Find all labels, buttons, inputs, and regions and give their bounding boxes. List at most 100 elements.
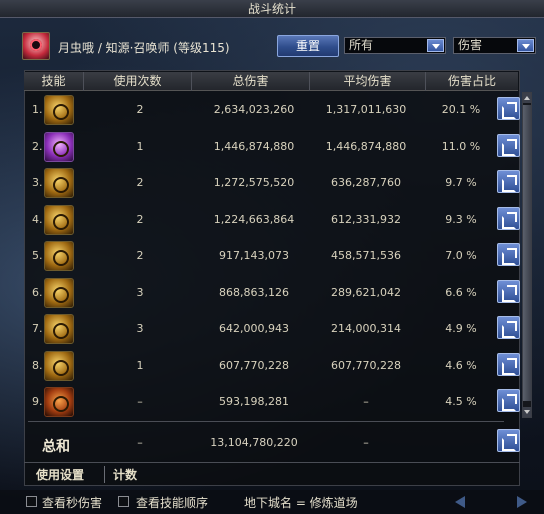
share-icon[interactable] xyxy=(497,316,520,339)
row-index: 8. xyxy=(32,358,43,372)
row-uses: 3 xyxy=(136,285,144,299)
row-index: 3. xyxy=(32,176,43,189)
chevron-down-icon xyxy=(517,39,534,52)
bottom-tabs: 使用设置 计数 xyxy=(24,462,520,484)
skill-icon xyxy=(44,95,74,125)
row-index: 4. xyxy=(32,212,43,226)
table-row: 8. 1 607,770,228 607,770,228 4.6 % xyxy=(24,348,520,384)
next-arrow-icon[interactable] xyxy=(517,496,527,508)
per-second-label: 查看秒伤害 xyxy=(42,496,103,510)
col-avg: 平均伤害 xyxy=(310,72,426,91)
row-index: 9. xyxy=(32,395,43,408)
window-title: 战斗统计 xyxy=(0,0,544,18)
dungeon-name: 地下城名 = 修炼道场 xyxy=(244,496,358,510)
col-skill: 技能 xyxy=(24,72,84,91)
scroll-thumb[interactable] xyxy=(523,105,531,401)
skill-order-checkbox[interactable] xyxy=(118,496,129,507)
row-total-damage: 868,863,126 xyxy=(219,285,289,299)
total-row: 总和 – 13,104,780,220 – xyxy=(24,428,520,458)
row-uses: 2 xyxy=(136,103,144,116)
divider xyxy=(28,421,504,422)
reset-button[interactable]: 重置 xyxy=(277,35,339,57)
row-damage-share: 4.9 % xyxy=(445,322,477,335)
row-avg-damage: 1,446,874,880 xyxy=(325,139,407,153)
table-row: 4. 2 1,224,663,864 612,331,932 9.3 % xyxy=(24,202,520,238)
row-damage-share: 4.5 % xyxy=(445,395,477,408)
row-avg-damage: 607,770,228 xyxy=(331,358,401,372)
filter-select[interactable]: 所有 xyxy=(344,37,446,54)
share-icon[interactable] xyxy=(497,170,520,193)
row-damage-share: 20.1 % xyxy=(441,103,481,116)
share-icon[interactable] xyxy=(497,133,520,157)
share-icon[interactable] xyxy=(497,429,520,452)
scrollbar[interactable] xyxy=(522,92,532,418)
prev-arrow-icon[interactable] xyxy=(455,496,465,508)
row-damage-share: 11.0 % xyxy=(441,139,481,153)
filter-select-value: 所有 xyxy=(349,38,374,52)
share-icon[interactable] xyxy=(497,206,520,230)
scroll-down-button[interactable] xyxy=(523,407,531,417)
table-row: 1. 2 2,634,023,260 1,317,011,630 20.1 % xyxy=(24,92,520,128)
row-index: 7. xyxy=(32,322,43,335)
share-icon[interactable] xyxy=(497,352,520,376)
row-uses: 2 xyxy=(136,249,144,262)
row-index: 6. xyxy=(32,285,43,299)
table-row: 6. 3 868,863,126 289,621,042 6.6 % xyxy=(24,275,520,311)
skill-order-label: 查看技能顺序 xyxy=(136,496,209,510)
metric-select-value: 伤害 xyxy=(458,38,483,52)
total-label: 总和 xyxy=(42,439,70,455)
col-total: 总伤害 xyxy=(192,72,310,91)
per-second-checkbox[interactable] xyxy=(26,496,37,507)
row-avg-damage: 636,287,760 xyxy=(331,176,401,189)
row-total-damage: 607,770,228 xyxy=(219,358,289,372)
row-total-damage: 593,198,281 xyxy=(219,395,289,408)
row-uses: 3 xyxy=(136,322,144,335)
footer: 查看秒伤害 查看技能顺序 地下城名 = 修炼道场 xyxy=(0,490,544,514)
row-uses: – xyxy=(137,395,143,408)
row-index: 2. xyxy=(32,139,43,153)
share-icon[interactable] xyxy=(497,389,520,412)
skill-icon xyxy=(44,168,74,198)
row-total-damage: 642,000,943 xyxy=(219,322,289,335)
row-damage-share: 6.6 % xyxy=(445,285,477,299)
scroll-up-button[interactable] xyxy=(523,93,531,103)
col-pct: 伤害占比 xyxy=(447,74,496,88)
row-avg-damage: 289,621,042 xyxy=(331,285,401,299)
tab-count[interactable]: 计数 xyxy=(104,466,137,483)
character-name: 月虫哦 / 知源·召唤师 (等级115) xyxy=(58,41,230,55)
row-uses: 2 xyxy=(136,212,144,226)
skill-icon xyxy=(44,204,74,235)
row-uses: 1 xyxy=(136,358,144,372)
combat-stats-window: 战斗统计 月虫哦 / 知源·召唤师 (等级115) 重置 所有 伤害 技能 使用… xyxy=(0,0,544,514)
row-avg-damage: 458,571,536 xyxy=(331,249,401,262)
total-avg: – xyxy=(363,436,369,449)
skill-icon xyxy=(44,350,74,381)
table-row: 5. 2 917,143,073 458,571,536 7.0 % xyxy=(24,238,520,274)
row-index: 5. xyxy=(32,249,43,262)
skill-icon xyxy=(44,131,74,162)
table-header: 技能 使用次数 总伤害 平均伤害 伤害占比 xyxy=(24,72,518,91)
tab-settings[interactable]: 使用设置 xyxy=(36,466,84,483)
row-damage-share: 4.6 % xyxy=(445,358,477,372)
row-total-damage: 917,143,073 xyxy=(219,249,289,262)
row-damage-share: 9.7 % xyxy=(445,176,477,189)
skill-icon xyxy=(44,241,74,271)
total-uses: – xyxy=(137,436,143,449)
share-icon[interactable] xyxy=(497,279,520,303)
row-total-damage: 1,224,663,864 xyxy=(213,212,295,226)
col-uses: 使用次数 xyxy=(84,72,192,91)
metric-select[interactable]: 伤害 xyxy=(453,37,536,54)
share-icon[interactable] xyxy=(497,243,520,266)
table-row: 7. 3 642,000,943 214,000,314 4.9 % xyxy=(24,311,520,347)
row-total-damage: 1,446,874,880 xyxy=(213,139,295,153)
share-icon[interactable] xyxy=(497,97,520,120)
total-damage: 13,104,780,220 xyxy=(210,436,298,449)
row-damage-share: 7.0 % xyxy=(445,249,477,262)
table-row: 2. 1 1,446,874,880 1,446,874,880 11.0 % xyxy=(24,129,520,165)
row-total-damage: 1,272,575,520 xyxy=(213,176,295,189)
table-row: 3. 2 1,272,575,520 636,287,760 9.7 % xyxy=(24,165,520,201)
row-avg-damage: 612,331,932 xyxy=(331,212,401,226)
skill-icon xyxy=(44,314,74,344)
row-uses: 2 xyxy=(136,176,144,189)
skill-icon xyxy=(44,277,74,308)
